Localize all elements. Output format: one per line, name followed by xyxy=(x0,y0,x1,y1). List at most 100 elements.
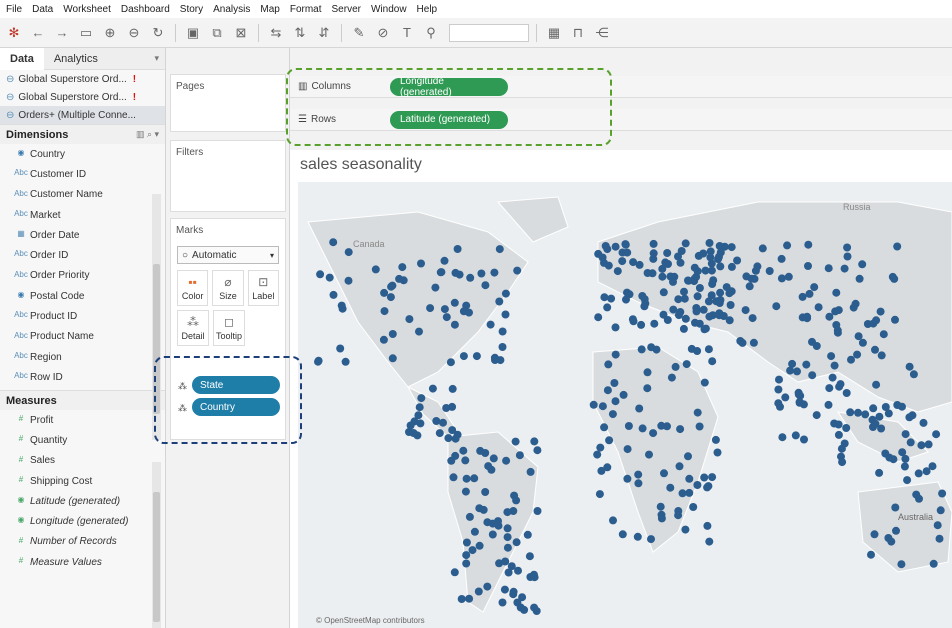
location-dot[interactable] xyxy=(503,533,512,542)
location-dot[interactable] xyxy=(608,410,617,419)
location-dot[interactable] xyxy=(656,502,665,511)
location-dot[interactable] xyxy=(604,360,613,369)
location-dot[interactable] xyxy=(703,521,712,530)
location-dot[interactable] xyxy=(618,257,627,266)
location-dot[interactable] xyxy=(465,308,473,317)
location-dot[interactable] xyxy=(777,254,786,263)
location-dot[interactable] xyxy=(371,265,380,274)
location-dot[interactable] xyxy=(808,337,816,346)
dimension-field[interactable]: Abc Product Name xyxy=(0,327,165,347)
location-dot[interactable] xyxy=(634,479,643,488)
tab-data[interactable]: Data xyxy=(0,47,44,70)
location-dot[interactable] xyxy=(917,441,926,450)
location-dot[interactable] xyxy=(533,446,542,455)
location-dot[interactable] xyxy=(481,281,490,290)
location-dot[interactable] xyxy=(804,240,813,249)
location-dot[interactable] xyxy=(777,274,786,283)
location-dot[interactable] xyxy=(705,312,714,321)
location-dot[interactable] xyxy=(596,443,605,452)
location-dot[interactable] xyxy=(386,293,395,302)
location-dot[interactable] xyxy=(901,430,910,439)
location-dot[interactable] xyxy=(858,260,867,269)
location-dot[interactable] xyxy=(453,245,462,253)
location-dot[interactable] xyxy=(842,389,851,397)
location-dot[interactable] xyxy=(843,252,852,261)
location-dot[interactable] xyxy=(799,400,808,409)
sort-desc-icon[interactable]: ⇵ xyxy=(314,23,334,43)
location-dot[interactable] xyxy=(867,550,875,559)
location-dot[interactable] xyxy=(595,490,604,499)
dimension-field[interactable]: Abc Order ID xyxy=(0,245,165,265)
measures-scrollbar[interactable] xyxy=(152,462,161,628)
location-dot[interactable] xyxy=(869,404,878,413)
location-dot[interactable] xyxy=(695,284,704,292)
location-dot[interactable] xyxy=(465,594,474,603)
location-dot[interactable] xyxy=(914,469,923,478)
location-dot[interactable] xyxy=(742,272,751,281)
location-dot[interactable] xyxy=(808,371,817,380)
location-dot[interactable] xyxy=(459,352,468,361)
menu-item-data[interactable]: Data xyxy=(32,4,53,15)
location-dot[interactable] xyxy=(793,367,801,376)
detail-button[interactable]: ⁂ Detail xyxy=(177,310,209,346)
location-dot[interactable] xyxy=(475,541,484,550)
location-dot[interactable] xyxy=(488,530,497,539)
location-dot[interactable] xyxy=(490,268,499,277)
location-dot[interactable] xyxy=(501,289,510,298)
location-dot[interactable] xyxy=(900,462,909,471)
location-dot[interactable] xyxy=(526,573,535,581)
location-dot[interactable] xyxy=(748,314,757,323)
location-dot[interactable] xyxy=(858,338,867,347)
group-icon[interactable]: ⊘ xyxy=(373,23,393,43)
location-dot[interactable] xyxy=(908,411,917,420)
dimension-field[interactable]: Abc Order Priority xyxy=(0,266,165,286)
size-button[interactable]: ⌀ Size xyxy=(212,270,244,306)
location-dot[interactable] xyxy=(692,307,701,316)
location-dot[interactable] xyxy=(610,379,619,387)
menu-item-window[interactable]: Window xyxy=(371,4,407,15)
world-map[interactable]: Canada Russia Australia xyxy=(298,182,952,628)
location-dot[interactable] xyxy=(417,394,426,403)
menu-item-file[interactable]: File xyxy=(6,4,22,15)
location-dot[interactable] xyxy=(727,262,736,271)
location-dot[interactable] xyxy=(417,259,425,268)
location-dot[interactable] xyxy=(774,385,783,394)
location-dot[interactable] xyxy=(694,251,703,260)
measure-field[interactable]: # Sales xyxy=(0,451,165,471)
fit-icon[interactable]: ▦ xyxy=(544,23,564,43)
location-dot[interactable] xyxy=(498,343,507,351)
location-dot[interactable] xyxy=(344,276,353,285)
location-dot[interactable] xyxy=(924,440,933,449)
location-dot[interactable] xyxy=(600,423,609,432)
location-dot[interactable] xyxy=(804,262,812,270)
location-dot[interactable] xyxy=(842,424,851,432)
location-dot[interactable] xyxy=(640,302,649,311)
menu-item-format[interactable]: Format xyxy=(290,4,322,15)
swap-icon[interactable]: ⇆ xyxy=(266,23,286,43)
location-dot[interactable] xyxy=(611,397,620,406)
location-dot[interactable] xyxy=(893,401,902,409)
location-dot[interactable] xyxy=(675,462,684,471)
location-dot[interactable] xyxy=(800,435,808,444)
location-dot[interactable] xyxy=(416,419,425,428)
dimension-field[interactable]: Abc Market xyxy=(0,205,165,225)
menu-item-server[interactable]: Server xyxy=(332,4,361,15)
location-dot[interactable] xyxy=(928,462,937,471)
location-dot[interactable] xyxy=(681,239,690,248)
location-dot[interactable] xyxy=(781,393,790,402)
measure-field[interactable]: # Shipping Cost xyxy=(0,471,165,491)
measure-field[interactable]: ◉ Latitude (generated) xyxy=(0,491,165,511)
location-dot[interactable] xyxy=(877,351,886,360)
location-dot[interactable] xyxy=(836,380,845,389)
location-dot[interactable] xyxy=(619,390,628,399)
location-dot[interactable] xyxy=(415,327,423,336)
location-dot[interactable] xyxy=(659,288,668,297)
location-dot[interactable] xyxy=(871,345,879,354)
location-dot[interactable] xyxy=(810,283,819,292)
dimension-field[interactable]: Abc Customer Name xyxy=(0,185,165,205)
location-dot[interactable] xyxy=(446,358,455,367)
location-dot[interactable] xyxy=(890,274,899,283)
location-dot[interactable] xyxy=(872,316,881,325)
location-dot[interactable] xyxy=(629,317,638,326)
menu-item-worksheet[interactable]: Worksheet xyxy=(63,4,111,15)
